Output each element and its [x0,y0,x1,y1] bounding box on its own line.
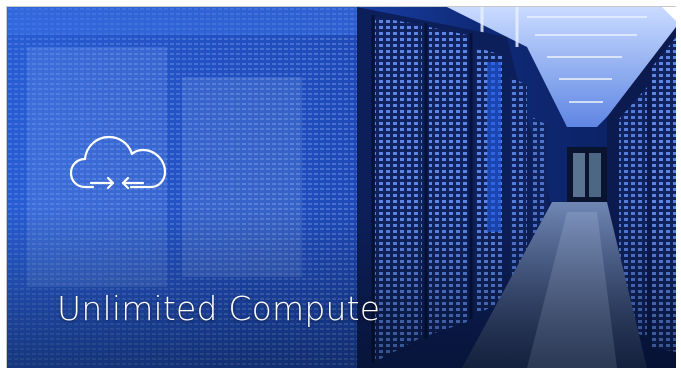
tile-title: Unlimited Compute [57,289,381,328]
unlimited-compute-tile[interactable]: Unlimited Compute [6,6,676,368]
corner-fold [661,7,676,22]
cloud-sync-icon [69,135,167,190]
